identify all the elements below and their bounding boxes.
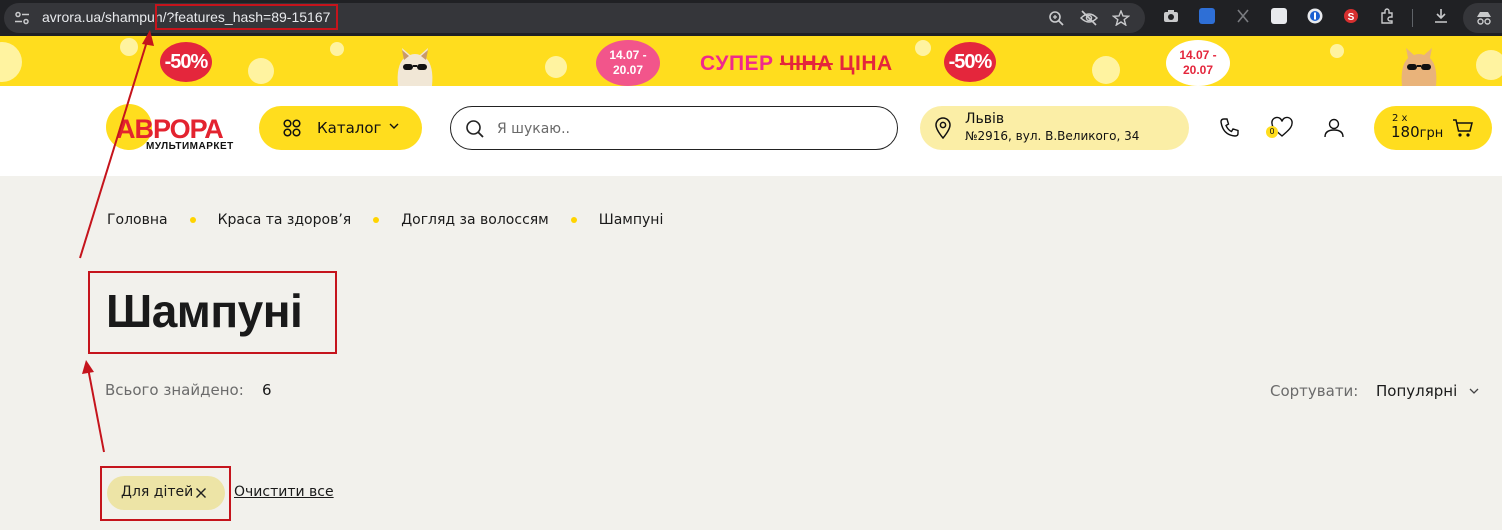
clear-all-filters-link[interactable]: Очистити все	[234, 484, 334, 500]
cart-total: 180грн	[1391, 123, 1443, 141]
extension-tool-icon[interactable]	[1271, 8, 1287, 24]
promo-word-super: СУПЕР	[700, 52, 774, 75]
store-location-selector[interactable]: Львів №2916, вул. В.Великого, 34	[920, 106, 1189, 150]
banner-dot	[545, 56, 567, 78]
download-icon[interactable]	[1433, 8, 1449, 24]
date-range-end: 20.07	[1182, 63, 1214, 77]
star-icon[interactable]	[1112, 10, 1130, 26]
promo-dates-left: 14.07 -20.07	[596, 40, 660, 86]
banner-dot	[1476, 50, 1502, 80]
banner-dot	[0, 42, 22, 82]
camera-icon[interactable]	[1163, 8, 1179, 24]
breadcrumb-separator	[373, 217, 380, 223]
cat-sunglasses-image	[1401, 48, 1437, 86]
location-pin-icon	[935, 117, 951, 139]
screenshot-root: avrora.ua/shampun/?features_hash=89-1516…	[0, 0, 1502, 530]
url-highlight-box	[155, 4, 338, 30]
promo-banner[interactable]: -50% 14.07 -20.07 СУПЕР ЧІНА ЦІНА -50% 1…	[0, 36, 1502, 86]
cart-price-value: 180	[1391, 123, 1420, 141]
promo-dates-right: 14.07 -20.07	[1166, 40, 1230, 86]
grid-icon	[283, 119, 301, 137]
breadcrumb-separator	[189, 217, 196, 223]
logo-subtitle: МУЛЬТИМАРКЕТ	[146, 141, 234, 152]
banner-dot	[1330, 44, 1344, 58]
breadcrumb-home[interactable]: Головна	[107, 212, 168, 228]
favorites-count-badge: 0	[1266, 126, 1278, 138]
toolbar-divider	[1412, 9, 1413, 27]
search-bar[interactable]	[450, 106, 898, 150]
extensions-icon[interactable]	[1379, 8, 1395, 24]
profile-button[interactable]	[1463, 3, 1502, 33]
sale-badge-left: -50%	[160, 42, 212, 82]
location-address: №2916, вул. В.Великого, 34	[965, 129, 1140, 143]
banner-dot	[330, 42, 344, 56]
cart-button[interactable]: 2 x 180грн	[1374, 106, 1492, 150]
browser-toolbar: avrora.ua/shampun/?features_hash=89-1516…	[0, 0, 1502, 36]
sort-label: Сортувати:	[1270, 382, 1359, 400]
date-range-end: 20.07	[612, 63, 644, 77]
promo-headline: СУПЕР ЧІНА ЦІНА	[700, 52, 893, 76]
breadcrumb-current: Шампуні	[598, 212, 664, 228]
date-range-start: 14.07 -	[609, 48, 647, 62]
sort-select[interactable]: Популярні	[1376, 382, 1457, 400]
arrow-head-title	[82, 360, 94, 374]
extension-seo-icon[interactable]: S	[1343, 8, 1359, 24]
phone-icon[interactable]	[1217, 116, 1241, 140]
breadcrumb-separator	[570, 217, 577, 223]
svg-text:S: S	[1348, 12, 1355, 23]
user-icon[interactable]	[1322, 116, 1346, 140]
chevron-down-icon[interactable]	[1469, 388, 1479, 395]
cart-currency: грн	[1419, 126, 1444, 141]
banner-dot	[1092, 56, 1120, 84]
site-settings-icon[interactable]	[14, 11, 30, 25]
zoom-icon[interactable]	[1048, 10, 1066, 26]
site-logo[interactable]: АВРОРА МУЛЬТИМАРКЕТ	[106, 104, 236, 156]
location-city: Львів	[965, 111, 1005, 127]
url-host-path: avrora.ua/shampun	[42, 9, 163, 25]
results-found-label: Всього знайдено:	[105, 381, 244, 399]
promo-word-crossed: ЧІНА	[779, 52, 833, 75]
cart-icon	[1453, 119, 1473, 137]
filter-highlight-box	[100, 466, 231, 521]
search-icon	[466, 120, 484, 138]
banner-dot	[915, 40, 931, 56]
extension-password-icon[interactable]	[1307, 8, 1323, 24]
search-input[interactable]	[497, 118, 877, 140]
title-highlight-box	[88, 271, 337, 354]
banner-dot	[248, 58, 274, 84]
cat-sunglasses-image	[397, 48, 433, 86]
breadcrumb-hair-care[interactable]: Догляд за волоссям	[401, 212, 549, 228]
extension-checklist-icon[interactable]	[1199, 8, 1215, 24]
eye-off-icon[interactable]	[1080, 10, 1098, 26]
breadcrumb: Головна Краса та здоров’я Догляд за воло…	[107, 212, 663, 228]
extension-scissors-icon[interactable]	[1235, 8, 1251, 24]
chevron-down-icon	[389, 123, 399, 129]
sale-badge-right: -50%	[944, 42, 996, 82]
banner-dot	[120, 38, 138, 56]
promo-word-price: ЦІНА	[839, 52, 893, 75]
arrow-to-title	[87, 367, 105, 453]
results-found-count: 6	[262, 381, 272, 399]
incognito-icon	[1477, 12, 1491, 25]
date-range-start: 14.07 -	[1179, 48, 1217, 62]
catalog-label: Каталог	[317, 119, 382, 137]
breadcrumb-beauty-health[interactable]: Краса та здоров’я	[218, 212, 352, 228]
